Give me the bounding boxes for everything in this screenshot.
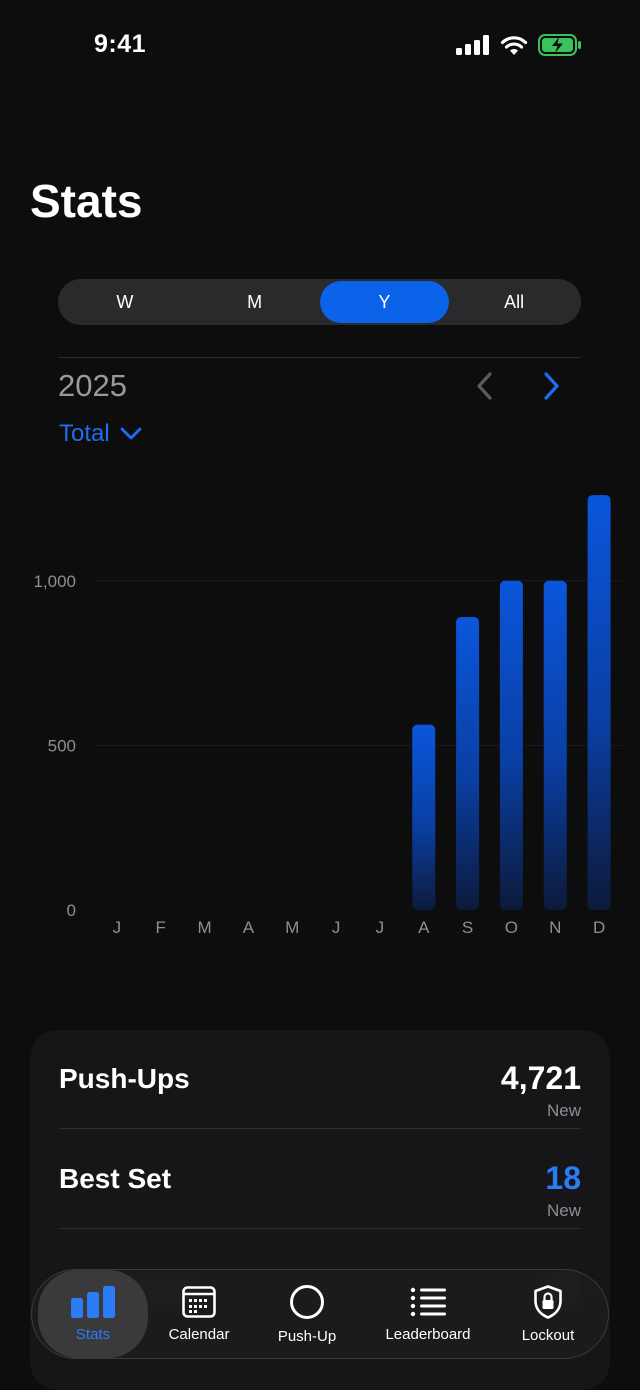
y-tick-label: 500 <box>48 736 76 755</box>
divider <box>58 357 581 358</box>
period-year: 2025 <box>58 368 127 403</box>
x-tick-label: D <box>593 918 605 937</box>
x-tick-label: M <box>197 918 211 937</box>
divider <box>59 1128 581 1129</box>
monthly-bar-chart: 0 500 1,000 J F M A M J J A S O N D <box>33 495 622 937</box>
tab-label: Stats <box>75 1325 111 1343</box>
calendar-icon <box>182 1285 216 1318</box>
stat-label: Best Set <box>59 1163 172 1194</box>
lock-shield-icon <box>534 1284 562 1319</box>
tab-bar: Stats Calendar Push-Up Leaderboard Locko… <box>31 1269 609 1359</box>
page-title: Stats <box>30 175 143 227</box>
stat-label: Push-Ups <box>59 1063 190 1094</box>
bar-7[interactable] <box>412 724 436 910</box>
x-tick-label: S <box>462 918 473 937</box>
bar-chart-icon <box>71 1285 115 1318</box>
x-tick-label: A <box>418 918 430 937</box>
tab-week[interactable]: W <box>60 281 190 323</box>
tab-calendar[interactable]: Calendar <box>154 1270 244 1358</box>
bar-10[interactable] <box>543 580 567 910</box>
tab-label: Lockout <box>521 1326 575 1344</box>
chevron-down-icon <box>120 427 142 440</box>
tab-all[interactable]: All <box>449 281 579 323</box>
chevron-right-icon[interactable] <box>537 370 565 402</box>
stat-sub: New <box>546 1201 581 1220</box>
tab-label: Calendar <box>168 1325 230 1343</box>
cellular-signal-icon <box>456 35 489 55</box>
divider <box>59 1228 581 1229</box>
metric-dropdown[interactable]: Total <box>59 420 142 448</box>
tab-stats[interactable]: Stats <box>38 1270 148 1358</box>
stat-value: 18 <box>545 1160 581 1196</box>
x-tick-label: M <box>285 918 299 937</box>
x-tick-label: J <box>113 918 122 937</box>
bar-9[interactable] <box>499 580 523 910</box>
tab-year[interactable]: Y <box>319 281 450 323</box>
stat-row-pushups[interactable]: Push-Ups 4,721 New <box>59 1030 581 1130</box>
x-tick-label: O <box>505 918 518 937</box>
circle-icon <box>290 1284 324 1319</box>
x-tick-label: N <box>549 918 561 937</box>
tab-label: Leaderboard <box>385 1325 471 1343</box>
status-bar: 9:41 <box>0 0 640 95</box>
metric-label: Total <box>59 420 110 447</box>
bar-11[interactable] <box>587 495 611 910</box>
x-tick-label: F <box>156 918 166 937</box>
tab-push-up[interactable]: Push-Up <box>262 1270 352 1358</box>
x-tick-label: J <box>332 918 341 937</box>
x-tick-label: J <box>376 918 385 937</box>
tab-month[interactable]: M <box>190 281 320 323</box>
period-segmented-control: W M Y All <box>58 279 581 325</box>
wifi-icon <box>500 36 528 55</box>
list-icon <box>410 1287 446 1316</box>
y-tick-label: 1,000 <box>33 572 76 591</box>
tab-leaderboard[interactable]: Leaderboard <box>375 1270 481 1358</box>
status-time: 9:41 <box>94 30 147 58</box>
chevron-left-icon[interactable] <box>471 370 499 402</box>
x-tick-label: A <box>243 918 255 937</box>
stat-sub: New <box>546 1101 581 1120</box>
status-icons <box>456 34 582 56</box>
stat-value: 4,721 <box>500 1060 581 1096</box>
y-tick-label: 0 <box>67 901 76 920</box>
tab-label: Push-Up <box>277 1327 337 1345</box>
stat-row-best-set[interactable]: Best Set 18 New <box>59 1130 581 1230</box>
tab-lockout[interactable]: Lockout <box>502 1270 594 1358</box>
bar-8[interactable] <box>456 616 480 910</box>
battery-charging-icon <box>538 34 581 56</box>
